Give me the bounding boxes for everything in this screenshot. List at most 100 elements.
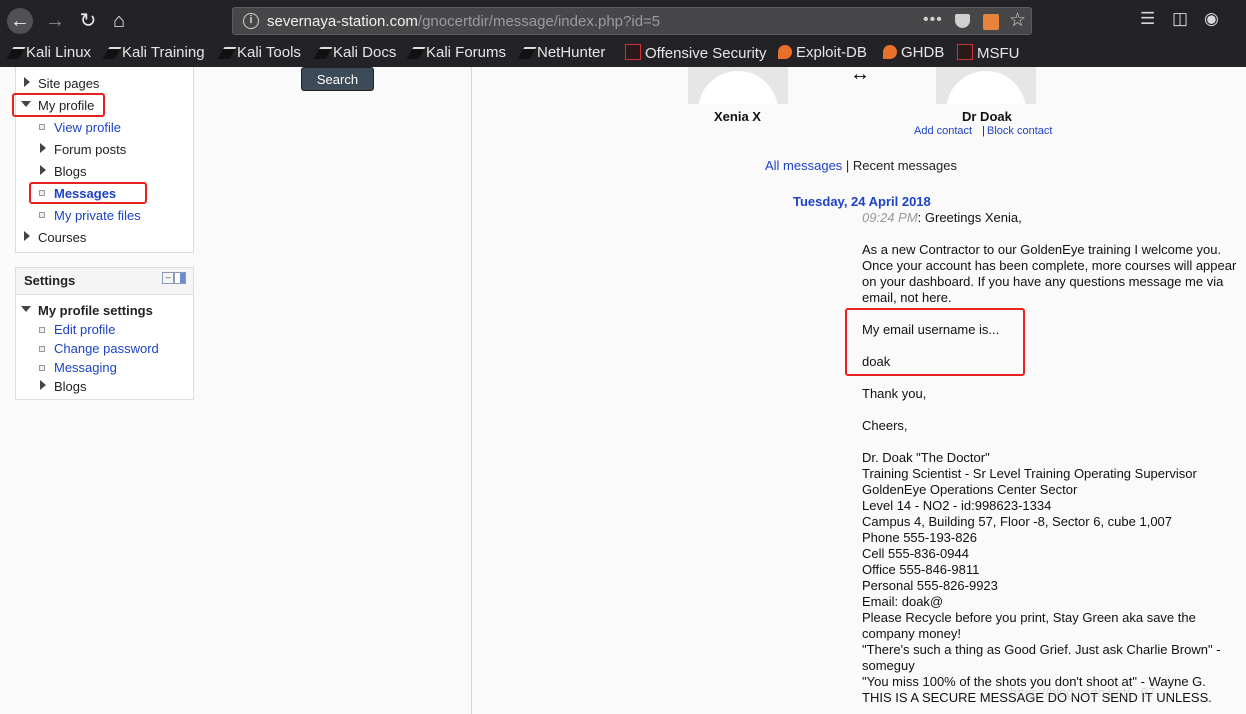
message-line: company money! xyxy=(862,626,961,641)
search-button[interactable]: Search xyxy=(301,67,374,91)
message-line: Dr. Doak "The Doctor" xyxy=(862,450,990,465)
block-contact-link[interactable]: Block contact xyxy=(987,125,1052,137)
expand-arrow-icon[interactable] xyxy=(40,165,46,175)
kali-dragon-icon xyxy=(517,47,537,59)
message-line: Once your account has been complete, mor… xyxy=(862,258,1237,273)
address-bar[interactable]: i severnaya-station.com/gnocertdir/messa… xyxy=(232,7,1032,35)
nav-site-pages[interactable]: Site pages xyxy=(38,76,99,91)
message-time: 09:24 PM xyxy=(862,210,918,225)
avatar-contact[interactable] xyxy=(936,67,1036,104)
home-icon[interactable]: ⌂ xyxy=(106,8,132,34)
message-line: Cheers, xyxy=(862,418,908,433)
watermark: https://blog.csdn.net/...07 xyxy=(1010,685,1156,700)
add-contact-link[interactable]: Add contact xyxy=(914,125,972,137)
library-icon[interactable]: ☰ xyxy=(1140,9,1155,29)
message-line: on your dashboard. If you have any quest… xyxy=(862,274,1224,289)
message-tabs: All messages | Recent messages xyxy=(765,158,957,173)
kali-dragon-icon xyxy=(313,47,333,59)
rss-feed-icon[interactable] xyxy=(983,14,999,30)
sidebar-icon[interactable]: ◫ xyxy=(1172,9,1188,29)
bookmark-kali-linux[interactable]: Kali Linux xyxy=(6,44,91,61)
nav-forum-posts[interactable]: Forum posts xyxy=(54,142,126,157)
settings-messaging[interactable]: Messaging xyxy=(54,360,117,375)
recent-messages-label: Recent messages xyxy=(852,158,957,173)
bookmark-kali-tools[interactable]: Kali Tools xyxy=(217,44,301,61)
settings-my-profile-settings[interactable]: My profile settings xyxy=(38,303,153,318)
message-line: Cell 555-836-0944 xyxy=(862,546,969,561)
message-line: Level 14 - NO2 - id:998623-1334 xyxy=(862,498,1052,513)
nav-private-files[interactable]: My private files xyxy=(54,208,141,223)
expand-arrow-icon[interactable] xyxy=(40,143,46,153)
avatar-user xyxy=(688,67,788,104)
exploitdb-icon xyxy=(883,45,897,59)
pocket-icon[interactable] xyxy=(955,14,970,28)
message-date: Tuesday, 24 April 2018 xyxy=(793,194,931,209)
settings-block: Settings – My profile settings Edit prof… xyxy=(15,267,194,400)
url-host: severnaya-station.com xyxy=(267,13,418,30)
settings-change-password[interactable]: Change password xyxy=(54,341,159,356)
bookmark-ghdb[interactable]: GHDB xyxy=(883,44,944,61)
contact-link-separator: | xyxy=(982,125,985,137)
tabs-separator: | xyxy=(842,158,853,173)
collapse-arrow-icon[interactable] xyxy=(21,306,31,312)
bullet-icon xyxy=(39,124,45,130)
offsec-icon xyxy=(957,44,973,60)
collapse-block-icon[interactable]: – xyxy=(162,272,174,284)
nav-view-profile[interactable]: View profile xyxy=(54,120,121,135)
exploitdb-icon xyxy=(778,45,792,59)
message-line: "There's such a thing as Good Grief. Jus… xyxy=(862,642,1221,657)
kali-dragon-icon xyxy=(217,47,237,59)
expand-arrow-icon[interactable] xyxy=(24,77,30,87)
message-line: Office 555-846-9811 xyxy=(862,562,980,577)
page-actions-icon[interactable]: ••• xyxy=(923,11,943,29)
message-line: someguy xyxy=(862,658,915,673)
kali-dragon-icon xyxy=(102,47,122,59)
user-name: Xenia X xyxy=(714,109,761,124)
bullet-icon xyxy=(39,212,45,218)
settings-blogs[interactable]: Blogs xyxy=(54,379,87,394)
kali-dragon-icon xyxy=(406,47,426,59)
message-line: Email: doak@ xyxy=(862,594,944,609)
bookmark-kali-forums[interactable]: Kali Forums xyxy=(406,44,506,61)
bookmark-offensive-security[interactable]: Offensive Security xyxy=(625,44,766,62)
message-header-line: 09:24 PM: Greetings Xenia, xyxy=(862,210,1022,226)
url-text[interactable]: severnaya-station.com/gnocertdir/message… xyxy=(267,13,660,30)
bookmark-exploit-db[interactable]: Exploit-DB xyxy=(778,44,867,61)
dock-block-icon[interactable] xyxy=(174,272,186,284)
message-line: Training Scientist - Sr Level Training O… xyxy=(862,466,1197,481)
annotation-box-messages xyxy=(29,182,147,204)
message-greeting: : Greetings Xenia, xyxy=(917,210,1022,225)
settings-title: Settings xyxy=(24,273,76,288)
bookmark-kali-training[interactable]: Kali Training xyxy=(102,44,205,61)
message-line: Phone 555-193-826 xyxy=(862,530,977,545)
site-info-icon[interactable]: i xyxy=(243,13,259,29)
message-line: GoldenEye Operations Center Sector xyxy=(862,482,1078,497)
back-arrow-icon[interactable]: ← xyxy=(7,8,33,34)
message-line: Personal 555-826-9923 xyxy=(862,578,998,593)
contact-name[interactable]: Dr Doak xyxy=(962,109,1012,124)
bookmark-msfu[interactable]: MSFU xyxy=(957,44,1020,62)
bookmark-kali-docs[interactable]: Kali Docs xyxy=(313,44,396,61)
reload-icon[interactable]: ↻ xyxy=(75,8,101,34)
nav-courses[interactable]: Courses xyxy=(38,230,86,245)
forward-arrow-icon[interactable]: → xyxy=(42,8,68,34)
bullet-icon xyxy=(39,346,45,352)
url-path: /gnocertdir/message/index.php?id=5 xyxy=(417,13,661,30)
settings-edit-profile[interactable]: Edit profile xyxy=(54,322,115,337)
settings-header: Settings – xyxy=(16,268,193,295)
bookmark-star-icon[interactable]: ☆ xyxy=(1009,9,1026,32)
extension-icon[interactable]: ◉ xyxy=(1204,9,1219,29)
all-messages-link[interactable]: All messages xyxy=(765,158,842,173)
annotation-box-my-profile xyxy=(12,93,105,117)
bullet-icon xyxy=(39,365,45,371)
expand-arrow-icon[interactable] xyxy=(24,231,30,241)
bookmarks-toolbar: Kali Linux Kali Training Kali Tools Kali… xyxy=(0,41,1246,65)
message-line: As a new Contractor to our GoldenEye tra… xyxy=(862,242,1222,257)
annotation-box-email-username xyxy=(845,308,1025,376)
message-line: email, not here. xyxy=(862,290,952,305)
bookmark-nethunter[interactable]: NetHunter xyxy=(517,44,605,61)
message-line: Please Recycle before you print, Stay Gr… xyxy=(862,610,1196,625)
expand-arrow-icon[interactable] xyxy=(40,380,46,390)
nav-blogs[interactable]: Blogs xyxy=(54,164,87,179)
resize-cursor-icon: ↔ xyxy=(850,63,870,85)
